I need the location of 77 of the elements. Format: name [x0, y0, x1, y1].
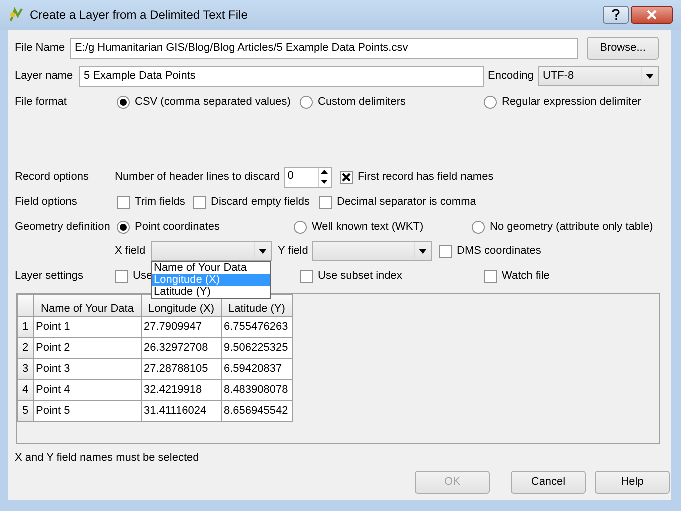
- radio-button[interactable]: [300, 96, 313, 108]
- checkbox[interactable]: [319, 196, 332, 208]
- file-path-field[interactable]: E:/g Humanitarian GIS/Blog/Blog Articles/5 Example Data Points.csv: [70, 38, 578, 58]
- field-label: X field: [115, 244, 146, 259]
- option-label: First record has field names: [358, 170, 494, 185]
- table-cell: 27.7909947: [142, 316, 222, 338]
- table-cell: Point 4: [34, 380, 142, 400]
- table-cell: 8.656945542: [222, 400, 292, 422]
- table-cell: 32.4219918: [142, 380, 222, 400]
- close-button[interactable]: [631, 6, 673, 24]
- table-cell: Point 1: [34, 316, 142, 338]
- field-label: Layer settings: [15, 268, 84, 284]
- table-cell: 6.755476263: [222, 316, 292, 338]
- option-label: Custom delimiters: [318, 94, 406, 110]
- field-label: Encoding: [488, 68, 534, 84]
- field-label: Layer name: [15, 68, 74, 84]
- window-title: Create a Layer from a Delimited Text File: [30, 7, 249, 24]
- checkbox[interactable]: [340, 170, 353, 184]
- field-label: Record options: [15, 170, 89, 185]
- table-cell: Point 3: [34, 358, 142, 380]
- layer-name-field[interactable]: 5 Example Data Points: [79, 66, 484, 86]
- close-icon: [647, 10, 657, 20]
- checkbox[interactable]: [117, 196, 130, 208]
- checkbox[interactable]: [300, 270, 313, 282]
- status-message: X and Y field names must be selected: [15, 450, 200, 466]
- table-cell: 26.32972708: [142, 338, 222, 358]
- row-number: 1: [18, 316, 34, 338]
- row-number: 5: [18, 400, 34, 422]
- help-button[interactable]: [603, 6, 629, 24]
- field-label: File Name: [15, 40, 66, 56]
- field-label: Y field: [278, 244, 308, 259]
- browse-button[interactable]: Browse...: [587, 36, 659, 60]
- dialog-button[interactable]: Help: [595, 470, 670, 494]
- option-label: Regular expression delimiter: [502, 94, 642, 110]
- encoding-dropdown[interactable]: UTF-8: [538, 66, 659, 86]
- radio-button[interactable]: [484, 96, 497, 108]
- table-cell: 27.28788105: [142, 358, 222, 380]
- table-cell: Point 5: [34, 400, 142, 422]
- question-mark-icon: [612, 9, 620, 21]
- option-label: Use subset index: [318, 268, 402, 284]
- spin-arrows-icon[interactable]: [318, 168, 331, 186]
- field-label: File format: [15, 94, 67, 110]
- table-cell: 31.41116024: [142, 400, 222, 422]
- field-label: Field options: [15, 194, 78, 210]
- y-field-dropdown[interactable]: [312, 241, 432, 261]
- option-label: Point coordinates: [135, 220, 220, 235]
- app-icon: [8, 7, 24, 23]
- option-label: Trim fields: [135, 194, 186, 210]
- radio-button[interactable]: [117, 96, 130, 108]
- option-label: DMS coordinates: [457, 244, 542, 259]
- checkbox[interactable]: [484, 270, 497, 282]
- option-label: CSV (comma separated values): [135, 94, 291, 110]
- option-label: No geometry (attribute only table): [490, 220, 654, 235]
- row-number: 2: [18, 338, 34, 358]
- x-field-dropdown[interactable]: [151, 241, 272, 261]
- table-cell: 6.59420837: [222, 358, 292, 380]
- dropdown-item[interactable]: Name of Your Data: [152, 262, 270, 274]
- row-number: 4: [18, 380, 34, 400]
- radio-button[interactable]: [117, 220, 130, 234]
- row-number: 3: [18, 358, 34, 380]
- table-cell: 8.483908078: [222, 380, 292, 400]
- checkbox[interactable]: [193, 196, 206, 208]
- radio-button[interactable]: [472, 220, 485, 234]
- table-cell: Point 2: [34, 338, 142, 358]
- checkbox[interactable]: [439, 244, 452, 258]
- option-label: Discard empty fields: [211, 194, 310, 210]
- checkbox[interactable]: [115, 270, 128, 282]
- field-label: Number of header lines to discard: [115, 170, 280, 185]
- header-lines-spinbox[interactable]: 0: [284, 166, 332, 188]
- option-label: Decimal separator is comma: [337, 194, 476, 210]
- option-label: Well known text (WKT): [312, 220, 424, 235]
- table-cell: 9.506225325: [222, 338, 292, 358]
- radio-button[interactable]: [294, 220, 307, 234]
- column-header[interactable]: Name of Your Data: [34, 294, 142, 316]
- option-label: Watch file: [502, 268, 550, 284]
- field-label: Geometry definition: [15, 220, 110, 235]
- dialog-button[interactable]: Cancel: [511, 470, 586, 494]
